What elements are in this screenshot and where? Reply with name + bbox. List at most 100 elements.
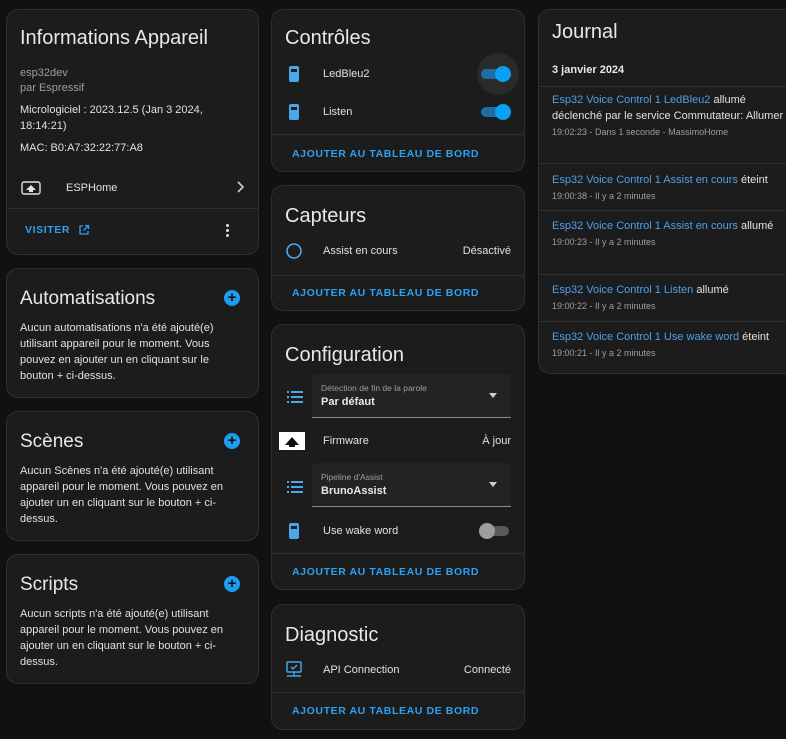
- integration-name: ESPHome: [66, 182, 118, 194]
- listen-toggle[interactable]: [479, 104, 511, 120]
- add-automation-button[interactable]: +: [224, 290, 240, 306]
- wake-word-toggle[interactable]: [479, 523, 511, 539]
- format-list-icon: [287, 480, 303, 499]
- sensors-title: Capteurs: [285, 205, 367, 227]
- chevron-right-icon: [235, 180, 245, 196]
- journal-entry-text: éteint: [739, 331, 770, 343]
- journal-title: Journal: [552, 21, 618, 43]
- chip-icon: [278, 431, 306, 451]
- select-label: Détection de fin de la parole: [321, 383, 427, 393]
- cellphone-icon: [285, 103, 303, 121]
- monitor-network-icon: [285, 661, 303, 679]
- scripts-title: Scripts: [20, 574, 79, 595]
- scripts-card: Scripts + Aucun scripts n'a été ajouté(e…: [6, 554, 259, 684]
- assist-pipeline-select[interactable]: Pipeline d'Assist BrunoAssist: [312, 463, 511, 507]
- open-in-new-icon: [78, 224, 90, 236]
- dropdown-arrow-icon: [489, 482, 497, 487]
- divider: [539, 321, 786, 322]
- journal-entry: Esp32 Voice Control 1 Assist en cours ét…: [552, 172, 785, 203]
- dropdown-arrow-icon: [489, 393, 497, 398]
- visit-label: VISITER: [25, 224, 71, 236]
- journal-entry: Esp32 Voice Control 1 Assist en cours al…: [552, 218, 785, 249]
- journal-entry-meta: 19:02:23 - Dans 1 seconde - MassimoHome: [552, 127, 729, 137]
- journal-entry-meta: 19:00:23 - Il y a 2 minutes: [552, 237, 656, 247]
- control-row[interactable]: Listen: [285, 100, 511, 124]
- journal-card: Journal 3 janvier 2024 Esp32 Voice Contr…: [538, 9, 786, 374]
- control-label: Listen: [323, 106, 353, 118]
- divider: [539, 86, 786, 87]
- sensor-label: Assist en cours: [323, 245, 398, 257]
- scenes-title: Scènes: [20, 431, 84, 452]
- device-info-title: Informations Appareil: [20, 27, 208, 49]
- end-of-speech-select[interactable]: Détection de fin de la parole Par défaut: [312, 374, 511, 418]
- sensor-row[interactable]: Assist en cours Désactivé: [285, 239, 511, 263]
- circle-outline-icon: [285, 242, 303, 260]
- wake-word-label: Use wake word: [323, 525, 399, 537]
- device-info-card: Informations Appareil esp32dev par Espre…: [6, 9, 259, 255]
- journal-entry-text: éteint: [737, 174, 768, 186]
- scenes-empty-text: Aucun Scènes n'a été ajouté(e) utilisant…: [20, 465, 224, 525]
- journal-entity-link[interactable]: Esp32 Voice Control 1 Assist en cours: [552, 220, 738, 232]
- journal-entry: Esp32 Voice Control 1 Listen allumé 19:0…: [552, 282, 785, 313]
- select-value: BrunoAssist: [321, 485, 387, 497]
- configuration-add-to-dashboard-button[interactable]: AJOUTER AU TABLEAU DE BORD: [292, 566, 479, 578]
- diagnostic-label: API Connection: [323, 664, 400, 676]
- divider: [539, 274, 786, 275]
- integration-row[interactable]: ESPHome: [20, 176, 245, 200]
- select-label: Pipeline d'Assist: [321, 472, 383, 482]
- divider: [272, 692, 524, 693]
- journal-entry-text: allumé: [737, 220, 774, 232]
- configuration-card: Configuration Détection de fin de la par…: [271, 324, 525, 590]
- select-value: Par défaut: [321, 396, 375, 408]
- diagnostic-title: Diagnostic: [285, 624, 379, 646]
- journal-entry: Esp32 Voice Control 1 LedBleu2 allumé dé…: [552, 92, 785, 139]
- firmware-row[interactable]: Firmware À jour: [278, 429, 511, 453]
- diagnostic-value: Connecté: [463, 664, 511, 676]
- scenes-card: Scènes + Aucun Scènes n'a été ajouté(e) …: [6, 411, 259, 541]
- add-scene-button[interactable]: +: [224, 433, 240, 449]
- control-row[interactable]: LedBleu2: [285, 53, 519, 95]
- journal-entry-meta: 19:00:38 - Il y a 2 minutes: [552, 191, 656, 201]
- dots-vertical-icon[interactable]: [226, 224, 230, 237]
- diagnostic-add-to-dashboard-button[interactable]: AJOUTER AU TABLEAU DE BORD: [292, 705, 479, 717]
- journal-entity-link[interactable]: Esp32 Voice Control 1 Use wake word: [552, 331, 739, 343]
- divider: [539, 163, 786, 164]
- firmware-label: Firmware: [323, 435, 369, 447]
- controls-card: Contrôles LedBleu2 Listen AJOUTER AU TAB…: [271, 9, 525, 172]
- esphome-logo-icon: [20, 180, 42, 196]
- automations-title: Automatisations: [20, 288, 156, 309]
- sensor-value: Désactivé: [462, 245, 511, 257]
- divider: [7, 208, 258, 209]
- journal-date: 3 janvier 2024: [552, 64, 625, 76]
- configuration-title: Configuration: [285, 344, 404, 366]
- wake-word-row[interactable]: Use wake word: [285, 519, 511, 543]
- scripts-empty-text: Aucun scripts n'a été ajouté(e) utilisan…: [20, 608, 224, 668]
- divider: [272, 275, 524, 276]
- firmware-value: À jour: [482, 435, 511, 447]
- automations-empty-text: Aucun automatisations n'a été ajouté(e) …: [20, 322, 214, 382]
- journal-entry-meta: 19:00:22 - Il y a 2 minutes: [552, 301, 656, 311]
- journal-entity-link[interactable]: Esp32 Voice Control 1 Assist en cours: [552, 174, 738, 186]
- controls-title: Contrôles: [285, 27, 371, 49]
- sensors-add-to-dashboard-button[interactable]: AJOUTER AU TABLEAU DE BORD: [292, 287, 479, 299]
- divider: [539, 210, 786, 211]
- device-mac: MAC: B0:A7:32:22:77:A8: [20, 142, 143, 154]
- divider: [272, 134, 524, 135]
- diagnostic-row[interactable]: API Connection Connecté: [285, 658, 511, 682]
- ledbleu2-toggle[interactable]: [479, 66, 511, 82]
- cellphone-icon: [285, 522, 303, 540]
- divider: [272, 553, 524, 554]
- sensors-card: Capteurs Assist en cours Désactivé AJOUT…: [271, 185, 525, 311]
- diagnostic-card: Diagnostic API Connection Connecté AJOUT…: [271, 604, 525, 730]
- journal-entity-link[interactable]: Esp32 Voice Control 1 LedBleu2: [552, 94, 710, 106]
- journal-entry-text: allumé: [693, 284, 729, 296]
- control-label: LedBleu2: [323, 68, 370, 80]
- device-manufacturer: par Espressif: [20, 82, 85, 94]
- controls-add-to-dashboard-button[interactable]: AJOUTER AU TABLEAU DE BORD: [292, 148, 479, 160]
- journal-entry-meta: 19:00:21 - Il y a 2 minutes: [552, 348, 656, 358]
- visit-button[interactable]: VISITER: [25, 224, 90, 236]
- add-script-button[interactable]: +: [224, 576, 240, 592]
- journal-entity-link[interactable]: Esp32 Voice Control 1 Listen: [552, 284, 693, 296]
- journal-entry: Esp32 Voice Control 1 Use wake word étei…: [552, 329, 785, 360]
- device-model: esp32dev: [20, 67, 68, 79]
